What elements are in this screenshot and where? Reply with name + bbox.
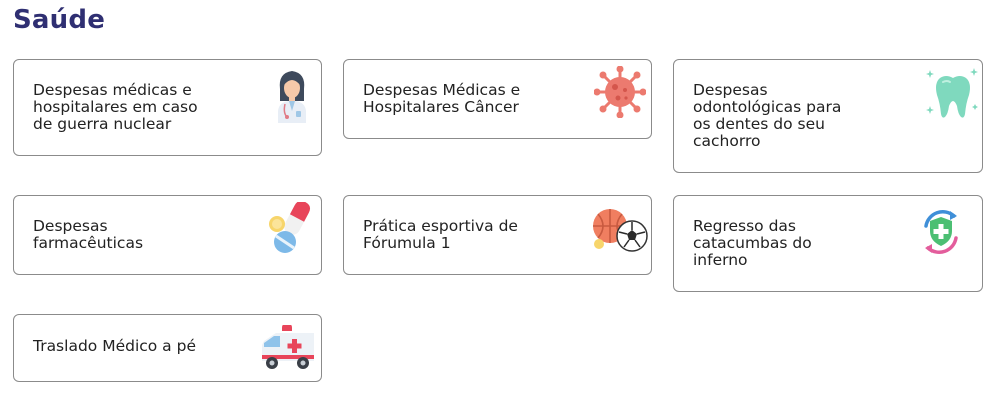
card-label: Despesas Médicas e Hospitalares Câncer: [363, 81, 521, 116]
tooth-icon: [926, 68, 978, 118]
section-title: Saúde: [13, 5, 106, 35]
card-label: Traslado Médico a pé: [33, 337, 196, 355]
card-label: Despesas odontológicas para os dentes do…: [693, 81, 842, 150]
card-despesas-farmaceuticas[interactable]: Despesas farmacêuticas: [13, 195, 322, 275]
card-label: Prática esportiva de Fórumula 1: [363, 217, 518, 252]
pills-icon: [269, 202, 311, 253]
card-pratica-esportiva[interactable]: Prática esportiva de Fórumula 1: [343, 195, 652, 275]
card-label: Regresso das catacumbas do inferno: [693, 217, 812, 269]
card-regresso-catacumbas[interactable]: Regresso das catacumbas do inferno: [673, 195, 983, 292]
sports-balls-icon: [593, 209, 648, 252]
health-shield-icon: [924, 210, 958, 254]
virus-icon: [594, 66, 646, 118]
doctor-icon: [278, 71, 306, 123]
card-label: Despesas farmacêuticas: [33, 217, 144, 252]
card-label: Despesas médicas e hospitalares em caso …: [33, 81, 198, 133]
card-despesas-odontologicas[interactable]: Despesas odontológicas para os dentes do…: [673, 59, 983, 173]
card-traslado-medico[interactable]: Traslado Médico a pé: [13, 314, 322, 382]
card-despesas-cancer[interactable]: Despesas Médicas e Hospitalares Câncer: [343, 59, 652, 139]
card-despesas-guerra-nuclear[interactable]: Despesas médicas e hospitalares em caso …: [13, 59, 322, 156]
ambulance-icon: [262, 325, 314, 369]
